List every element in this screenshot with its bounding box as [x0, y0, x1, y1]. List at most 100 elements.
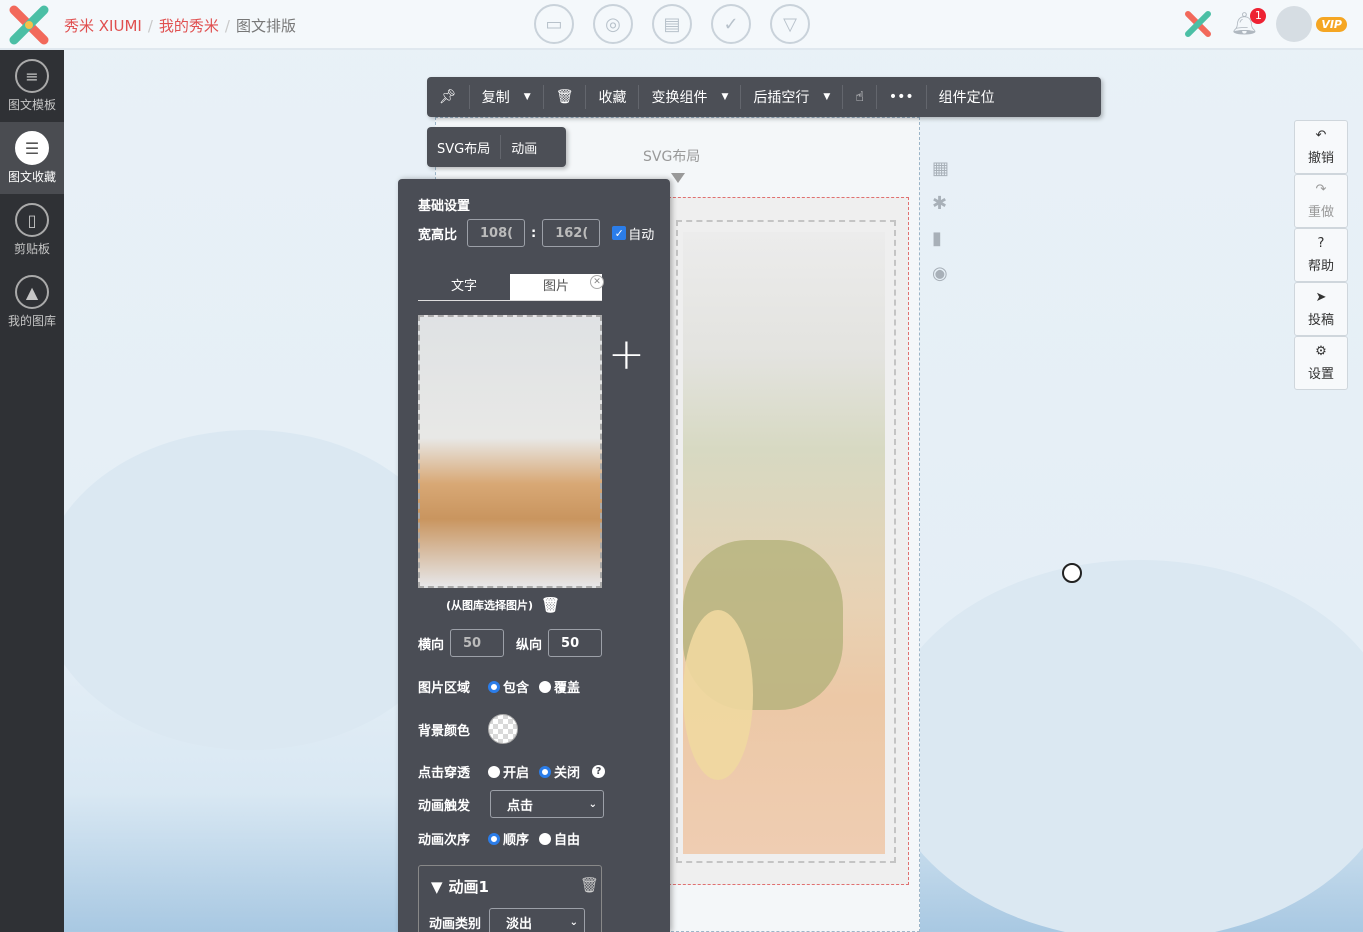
radio-icon	[539, 680, 552, 693]
sidebar-item-clipboard[interactable]: ▯ 剪贴板	[0, 194, 64, 266]
svg-layout-tab[interactable]: SVG布局	[427, 135, 502, 159]
chevron-down-icon[interactable]: ▼	[524, 92, 531, 102]
trigger-row: 动画触发 点击 ⌄	[418, 790, 605, 818]
notification-bell-icon[interactable]: 🔔︎ 1	[1230, 7, 1267, 37]
vertical-input[interactable]: 50	[548, 629, 603, 657]
trigger-label: 动画触发	[418, 798, 471, 814]
ratio-separator: :	[531, 225, 537, 241]
folder-icon[interactable]: ▭	[534, 4, 574, 44]
radio-selected-icon	[488, 680, 501, 693]
notification-badge: 1	[1250, 7, 1267, 24]
ratio-row: 宽高比 108( : 162( ✓ 自动	[418, 219, 654, 247]
auto-checkbox[interactable]: ✓	[612, 226, 627, 240]
top-action-icons: ▭ ◎ ▤ ✓ ▽	[534, 4, 810, 44]
sidebar-item-gallery[interactable]: ▲ 我的图库	[0, 266, 64, 338]
top-bar: 秀米 XIUMI / 我的秀米 / 图文排版 ▭ ◎ ▤ ✓ ▽ 🔔︎ 1 VI…	[0, 0, 1363, 50]
tab-image[interactable]: 图片	[510, 274, 602, 300]
image-thumbnail[interactable]	[418, 315, 602, 588]
bg-color-picker[interactable]	[488, 714, 519, 744]
help-icon[interactable]: ?	[592, 765, 606, 778]
animation-title: 动画1	[448, 878, 489, 896]
horizontal-input[interactable]: 50	[450, 629, 505, 657]
right-action-panel: ↶ 撤销 ↷ 重做 ? 帮助 ➤ 投稿 ⚙ 设置	[1294, 120, 1348, 390]
breadcrumb-separator: /	[147, 16, 153, 35]
bar-chart-icon[interactable]: ▮	[932, 228, 949, 249]
sidebar-item-templates[interactable]: ≡ 图文模板	[0, 50, 64, 122]
click-through-off-option[interactable]: 关闭	[539, 762, 580, 781]
header-right: 🔔︎ 1 VIP	[1184, 6, 1347, 42]
ratio-height-input[interactable]: 162(	[542, 219, 601, 247]
pick-from-gallery-link[interactable]: (从图库选择图片)	[446, 597, 533, 613]
redo-button[interactable]: ↷ 重做	[1294, 174, 1348, 228]
breadcrumb-my-xiumi[interactable]: 我的秀米	[159, 15, 219, 36]
add-image-icon[interactable]: +	[608, 329, 645, 380]
chevron-down-icon[interactable]: ▼	[823, 92, 830, 102]
sidebar-item-label: 我的图库	[7, 314, 56, 328]
copy-button[interactable]: 复制 ▼	[470, 85, 544, 109]
hand-pointer-icon: ☝︎	[855, 89, 864, 105]
ratio-width-input[interactable]: 108(	[467, 219, 526, 247]
more-icon: •••	[888, 89, 914, 105]
trash-icon[interactable]: 🗑︎	[541, 596, 560, 614]
redo-label: 重做	[1307, 205, 1334, 220]
left-sidebar: ≡ 图文模板 ☰ 图文收藏 ▯ 剪贴板 ▲ 我的图库	[0, 50, 64, 932]
bg-hill	[40, 430, 460, 750]
undo-button[interactable]: ↶ 撤销	[1294, 120, 1348, 174]
bg-hill	[880, 560, 1363, 932]
more-button[interactable]: •••	[877, 85, 927, 109]
help-button[interactable]: ? 帮助	[1294, 228, 1348, 282]
tab-text[interactable]: 文字	[418, 274, 510, 300]
insert-after-button[interactable]: 后插空行 ▼	[741, 85, 844, 109]
collect-button[interactable]: 收藏	[586, 85, 640, 109]
gear-icon[interactable]: ✱	[932, 193, 949, 214]
vertical-label: 纵向	[516, 637, 543, 653]
canvas-image-detail	[683, 610, 753, 780]
undo-label: 撤销	[1307, 151, 1334, 166]
close-icon[interactable]: ✕	[590, 275, 604, 289]
pin-button[interactable]: 📌︎	[427, 85, 470, 109]
delete-button[interactable]: 🗑︎	[544, 85, 587, 109]
xiumi-logo[interactable]	[8, 4, 50, 46]
animation-tab[interactable]: 动画	[501, 135, 547, 159]
triangle-down-icon[interactable]: ▽	[770, 4, 810, 44]
pin-icon: 📌︎	[439, 89, 457, 105]
eye-icon[interactable]: ◉	[932, 263, 949, 284]
image-area-row: 图片区域 包含 覆盖	[418, 677, 580, 696]
animation-type-select[interactable]: 淡出 ⌄	[489, 908, 586, 932]
trash-icon[interactable]: 🗑︎	[580, 876, 599, 894]
breadcrumb-separator: /	[224, 16, 230, 35]
settings-title: 基础设置	[418, 199, 471, 214]
sidebar-item-label: 剪贴板	[13, 242, 50, 256]
camera-icon[interactable]: ◎	[593, 4, 633, 44]
click-through-row: 点击穿透 开启 关闭 ?	[418, 762, 606, 781]
locate-button[interactable]: 组件定位	[927, 85, 1007, 109]
settings-label: 设置	[1307, 367, 1334, 382]
document-icon[interactable]: ▤	[652, 4, 692, 44]
animation-header[interactable]: ▼ 动画1	[431, 876, 489, 897]
sidebar-item-favorites[interactable]: ☰ 图文收藏	[0, 122, 64, 194]
xiumi-small-logo-icon[interactable]	[1184, 10, 1212, 38]
image-area-label: 图片区域	[418, 681, 471, 696]
order-free-label: 自由	[554, 833, 581, 848]
avatar[interactable]	[1276, 6, 1313, 42]
auto-label: 自动	[628, 227, 655, 243]
area-contain-option[interactable]: 包含	[488, 677, 529, 696]
order-sequence-option[interactable]: 顺序	[488, 829, 529, 848]
settings-button[interactable]: ⚙ 设置	[1294, 336, 1348, 390]
transform-button[interactable]: 变换组件 ▼	[639, 85, 742, 109]
select-parent-button[interactable]: ☝︎	[843, 85, 877, 109]
breadcrumb-home[interactable]: 秀米 XIUMI	[64, 15, 142, 36]
triangle-down-icon: ▼	[431, 877, 443, 896]
sidebar-item-label: 图文收藏	[7, 170, 56, 184]
animation-type-row: 动画类别 淡出 ⌄	[429, 908, 586, 932]
locate-label: 组件定位	[938, 90, 995, 106]
chevron-down-icon[interactable]: ▼	[721, 92, 728, 102]
order-free-option[interactable]: 自由	[539, 829, 580, 848]
submit-button[interactable]: ➤ 投稿	[1294, 282, 1348, 336]
grid-icon[interactable]: ▦	[932, 158, 949, 179]
click-through-on-option[interactable]: 开启	[488, 762, 529, 781]
check-icon[interactable]: ✓	[711, 4, 751, 44]
area-cover-option[interactable]: 覆盖	[539, 677, 580, 696]
svg-layout-label: SVG布局	[643, 149, 701, 165]
trigger-select[interactable]: 点击 ⌄	[490, 790, 605, 818]
